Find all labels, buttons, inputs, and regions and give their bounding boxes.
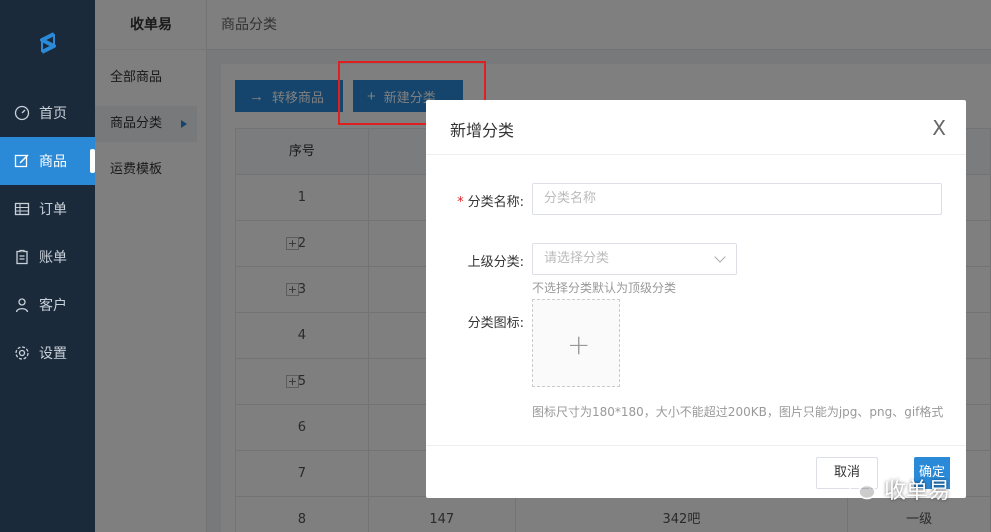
- icon-upload-area[interactable]: +: [532, 299, 620, 387]
- nav-item-settings[interactable]: 设置: [0, 329, 95, 377]
- nav-item-home[interactable]: 首页: [0, 89, 95, 137]
- parent-category-hint: 不选择分类默认为顶级分类: [532, 281, 677, 295]
- new-category-dialog: 新增分类 X * 分类名称: 分类名称 上级分类: 请选择分类 不选择分类默认为顶…: [426, 100, 966, 498]
- nav-item-products[interactable]: 商品: [0, 137, 95, 185]
- dialog-header-divider: [426, 154, 966, 155]
- required-mark: *: [457, 195, 464, 210]
- watermark-text: 收单易: [884, 479, 951, 504]
- nav-item-label: 客户: [39, 298, 67, 314]
- gear-icon: [15, 346, 29, 360]
- nav-item-label: 账单: [39, 250, 67, 266]
- category-name-label-text: 分类名称:: [467, 195, 524, 210]
- close-icon[interactable]: X: [932, 116, 946, 140]
- nav-item-label: 首页: [39, 106, 67, 122]
- dashboard-icon: [14, 105, 30, 121]
- nav-item-label: 订单: [39, 202, 67, 218]
- logo-icon: [40, 32, 56, 54]
- parent-category-select[interactable]: 请选择分类: [532, 243, 737, 275]
- nav-item-bills[interactable]: 账单: [0, 233, 95, 281]
- chevron-down-icon: [714, 251, 726, 263]
- watermark: 收单易: [848, 472, 950, 506]
- parent-category-placeholder: 请选择分类: [544, 251, 610, 266]
- edit-icon: [14, 154, 29, 168]
- nav-item-label: 设置: [39, 346, 67, 362]
- parent-category-label: 上级分类:: [467, 255, 524, 270]
- nav-item-label: 商品: [39, 154, 67, 170]
- user-icon: [15, 298, 29, 313]
- dialog-title: 新增分类: [450, 121, 515, 140]
- main-nav: 首页 商品 订单 账单 客户 设置: [0, 0, 95, 532]
- category-name-input[interactable]: 分类名称: [532, 183, 942, 215]
- plus-icon: +: [567, 328, 591, 361]
- clipboard-icon: [16, 249, 28, 265]
- nav-item-customers[interactable]: 客户: [0, 281, 95, 329]
- category-icon-label: 分类图标:: [467, 316, 524, 331]
- table-icon: [14, 202, 30, 216]
- dialog-footer-divider: [426, 445, 966, 446]
- wechat-icon: [849, 478, 876, 500]
- category-name-label: * 分类名称:: [426, 191, 524, 210]
- icon-upload-hint: 图标尺寸为180*180，大小不能超过200KB，图片只能为jpg、png、gi…: [532, 405, 944, 419]
- nav-item-orders[interactable]: 订单: [0, 185, 95, 233]
